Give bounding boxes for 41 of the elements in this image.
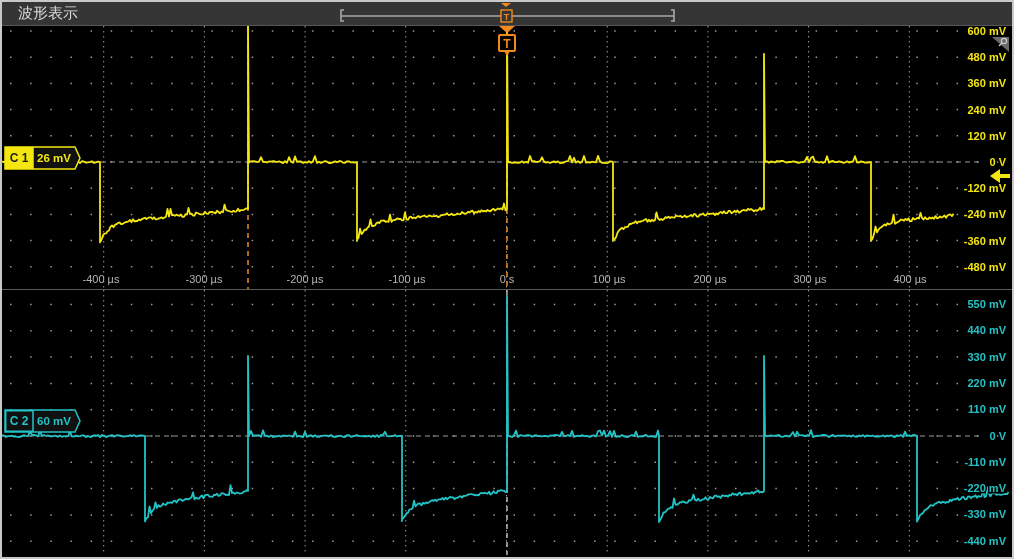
timeline-bar[interactable] [340, 8, 675, 22]
voltage-label: -480 mV [963, 260, 1006, 273]
magnifier-icon[interactable] [992, 37, 1009, 52]
scale-label: 60 mV [37, 415, 71, 427]
timeline-trigger-label: T [503, 11, 510, 22]
time-label: 300 µs [793, 273, 827, 285]
voltage-label: 240 mV [967, 103, 1006, 116]
voltage-label: 480 mV [967, 51, 1006, 64]
voltage-label: 120 mV [967, 129, 1006, 142]
voltage-label: -360 mV [963, 234, 1006, 247]
time-label: 100 µs [592, 273, 626, 285]
channel-name: C 1 [9, 151, 29, 165]
voltage-label: 110 mV [968, 403, 1006, 416]
voltage-label: 330 mV [967, 350, 1006, 363]
channel-name: C 2 [9, 414, 29, 428]
voltage-label: 0 V [989, 429, 1006, 442]
time-label: 400 µs [893, 273, 927, 285]
time-label: 200 µs [693, 273, 727, 285]
time-label: -300 µs [185, 273, 223, 285]
voltage-label: 440 mV [967, 324, 1006, 337]
time-label: 0 s [499, 273, 515, 285]
voltage-label: -330 mV [963, 508, 1006, 521]
voltage-label: -120 mV [963, 182, 1006, 195]
voltage-label: -240 mV [963, 208, 1006, 221]
voltage-label: -220 mV [963, 482, 1006, 495]
time-label: -400 µs [82, 273, 120, 285]
voltage-label: 360 mV [967, 77, 1006, 90]
scale-label: 26 mV [37, 152, 71, 164]
voltage-label: 550 mV [967, 298, 1006, 310]
voltage-label: 220 mV [967, 376, 1006, 389]
time-label: -200 µs [286, 273, 324, 285]
trigger-label: T [503, 37, 511, 51]
voltage-label: -440 mV [963, 534, 1006, 547]
time-label: -100 µs [388, 273, 426, 285]
trigger-marker[interactable] [498, 26, 516, 56]
offset-arrow-icon[interactable] [990, 169, 1010, 183]
voltage-label: -110 mV [964, 455, 1006, 468]
window-title: 波形表示 [18, 4, 78, 23]
voltage-label: 600 mV [967, 26, 1006, 37]
channel-badge[interactable] [4, 409, 81, 433]
voltage-label: 0 V [989, 156, 1006, 168]
